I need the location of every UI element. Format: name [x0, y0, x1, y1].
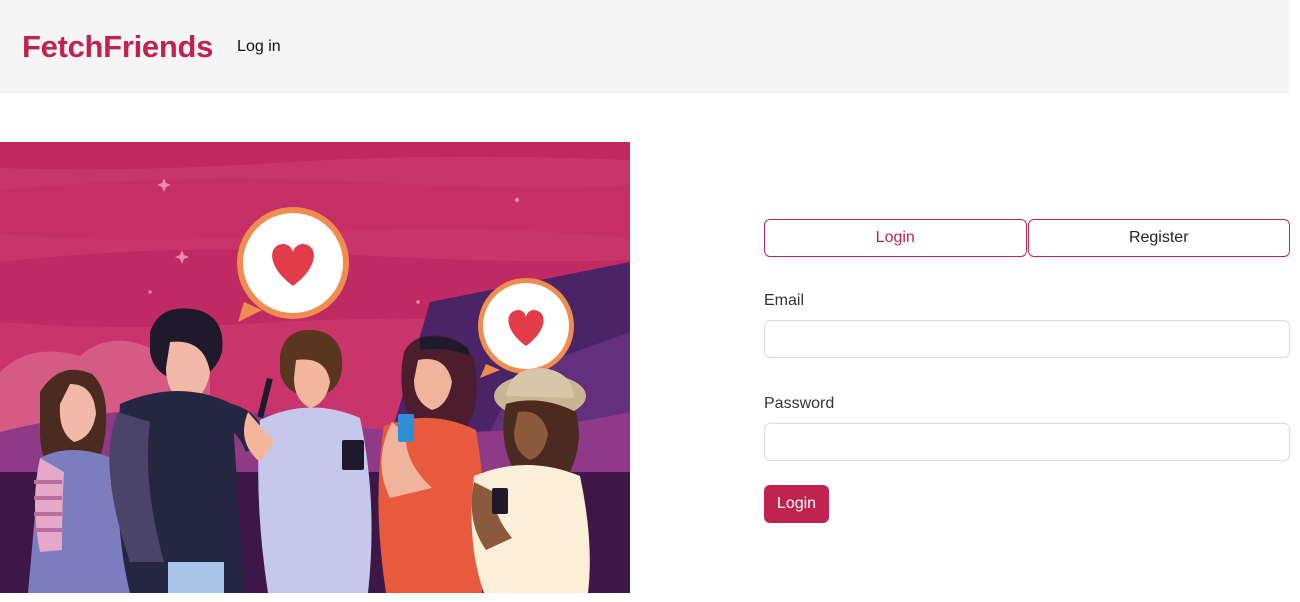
email-field[interactable] — [764, 320, 1290, 358]
tab-login[interactable]: Login — [764, 219, 1027, 257]
hero-illustration — [0, 142, 630, 593]
nav-login-link[interactable]: Log in — [237, 38, 281, 56]
auth-tabs: Login Register — [764, 219, 1290, 257]
password-field[interactable] — [764, 423, 1290, 461]
password-label: Password — [764, 395, 835, 412]
email-label: Email — [764, 292, 805, 309]
brand-logo[interactable]: FetchFriends — [22, 29, 213, 65]
auth-panel: Login Register Email Password Login — [764, 219, 1290, 523]
login-submit-button[interactable]: Login — [764, 485, 829, 523]
tab-register[interactable]: Register — [1027, 219, 1290, 257]
navbar: FetchFriends Log in — [0, 0, 1290, 94]
